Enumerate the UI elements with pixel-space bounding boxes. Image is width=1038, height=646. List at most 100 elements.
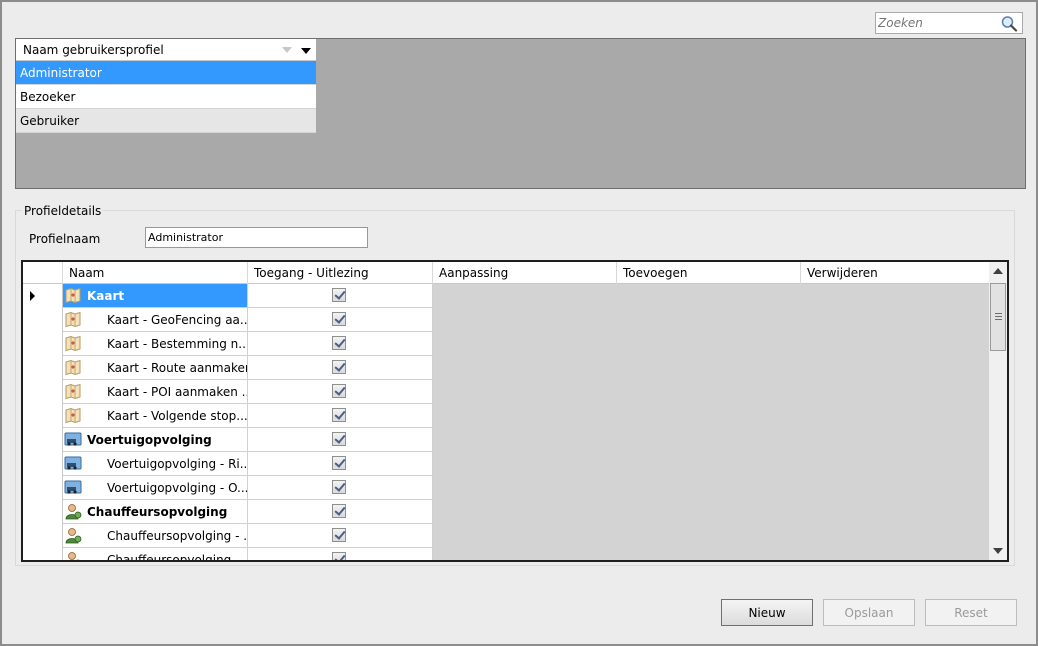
- permission-name-cell[interactable]: Kaart - Bestemming n...: [63, 332, 248, 356]
- row-selector[interactable]: [23, 404, 63, 428]
- column-header-aanpassing[interactable]: Aanpassing: [433, 262, 617, 284]
- permission-name: Kaart - Route aanmaken: [107, 361, 248, 375]
- map-icon: [64, 287, 82, 304]
- read-access-checkbox[interactable]: [332, 384, 346, 398]
- scrollbar-thumb[interactable]: [990, 283, 1006, 351]
- permission-name-cell[interactable]: Kaart - Volgende stop...: [63, 404, 248, 428]
- row-selector[interactable]: [23, 332, 63, 356]
- row-selector[interactable]: [23, 380, 63, 404]
- permission-name-cell[interactable]: Kaart - POI aanmaken ...: [63, 380, 248, 404]
- map-icon: [64, 311, 82, 328]
- permission-name-cell[interactable]: Kaart - GeoFencing aa...: [63, 308, 248, 332]
- profile-name-column-header: Naam gebruikersprofiel: [23, 43, 164, 57]
- column-header-toegang-uitlezing[interactable]: Toegang - Uitlezing: [248, 262, 433, 284]
- scroll-up-arrow-icon[interactable]: [993, 268, 1003, 274]
- permissions-grid: Naam Toegang - Uitlezing Aanpassing Toev…: [21, 260, 1009, 562]
- scroll-down-arrow-icon[interactable]: [993, 548, 1003, 554]
- column-header-naam[interactable]: Naam: [63, 262, 248, 284]
- table-row[interactable]: Kaart - GeoFencing aa...: [23, 308, 433, 332]
- vehicle-tracking-icon: [64, 479, 82, 496]
- read-access-checkbox[interactable]: [332, 288, 346, 302]
- vehicle-tracking-icon: [64, 431, 82, 448]
- row-selector[interactable]: [23, 308, 63, 332]
- table-row[interactable]: Voertuigopvolging: [23, 428, 433, 452]
- permission-name: Chauffeursopvolging: [87, 505, 228, 519]
- profile-name-input[interactable]: [145, 227, 368, 248]
- sort-descending-icon[interactable]: [301, 48, 311, 54]
- permission-name: Kaart: [87, 289, 125, 303]
- permission-name: Kaart - GeoFencing aa...: [107, 313, 248, 327]
- table-row[interactable]: Chauffeursopvolging - ...: [23, 524, 433, 548]
- permission-name-cell[interactable]: Voertuigopvolging - Ri...: [63, 452, 248, 476]
- driver-tracking-icon: [64, 527, 82, 544]
- table-row[interactable]: Kaart: [23, 284, 433, 308]
- read-access-checkbox[interactable]: [332, 552, 346, 560]
- read-access-checkbox[interactable]: [332, 504, 346, 518]
- profile-item-administrator[interactable]: Administrator: [16, 61, 316, 85]
- driver-tracking-icon: [64, 551, 82, 560]
- profile-name-label: Profielnaam: [29, 232, 101, 246]
- grip-line: [995, 313, 1002, 314]
- permission-name-cell[interactable]: Chauffeursopvolging - ...: [63, 524, 248, 548]
- read-access-checkbox[interactable]: [332, 456, 346, 470]
- row-selector[interactable]: [23, 524, 63, 548]
- save-button[interactable]: Opslaan: [823, 599, 915, 626]
- permission-name-cell[interactable]: Chauffeursopvolging: [63, 500, 248, 524]
- row-selector[interactable]: [23, 452, 63, 476]
- read-access-checkbox[interactable]: [332, 528, 346, 542]
- permission-name-cell[interactable]: Voertuigopvolging - O...: [63, 476, 248, 500]
- row-selector[interactable]: [23, 428, 63, 452]
- permission-name-cell[interactable]: Kaart: [63, 284, 248, 308]
- filter-icon[interactable]: [282, 47, 292, 53]
- profile-item-gebruiker[interactable]: Gebruiker: [16, 109, 316, 133]
- table-row[interactable]: Chauffeursopvolging: [23, 500, 433, 524]
- driver-tracking-icon: [64, 503, 82, 520]
- table-row[interactable]: Kaart - Bestemming n...: [23, 332, 433, 356]
- read-access-checkbox[interactable]: [332, 336, 346, 350]
- read-access-checkbox[interactable]: [332, 360, 346, 374]
- permission-name: Kaart - Volgende stop...: [107, 409, 248, 423]
- grip-line: [995, 316, 1002, 317]
- toegang-uitlezing-cell: [248, 380, 433, 404]
- vehicle-tracking-icon: [64, 455, 82, 472]
- table-row[interactable]: Kaart - Route aanmaken: [23, 356, 433, 380]
- read-access-checkbox[interactable]: [332, 480, 346, 494]
- reset-button[interactable]: Reset: [925, 599, 1017, 626]
- read-access-checkbox[interactable]: [332, 408, 346, 422]
- search-icon[interactable]: [1000, 15, 1018, 32]
- toegang-uitlezing-cell: [248, 548, 433, 560]
- toegang-uitlezing-cell: [248, 308, 433, 332]
- table-row[interactable]: Chauffeursopvolging: [23, 548, 433, 560]
- profile-list-header[interactable]: Naam gebruikersprofiel: [16, 39, 316, 61]
- table-row[interactable]: Voertuigopvolging - Ri...: [23, 452, 433, 476]
- row-selector[interactable]: [23, 476, 63, 500]
- profile-item-bezoeker[interactable]: Bezoeker: [16, 85, 316, 109]
- permission-name-cell[interactable]: Chauffeursopvolging: [63, 548, 248, 560]
- table-row[interactable]: Voertuigopvolging - O...: [23, 476, 433, 500]
- table-row[interactable]: Kaart - Volgende stop...: [23, 404, 433, 428]
- row-selector[interactable]: [23, 548, 63, 560]
- row-selector[interactable]: [23, 500, 63, 524]
- read-access-checkbox[interactable]: [332, 312, 346, 326]
- permission-name-cell[interactable]: Voertuigopvolging: [63, 428, 248, 452]
- row-selector[interactable]: [23, 356, 63, 380]
- table-row[interactable]: Kaart - POI aanmaken ...: [23, 380, 433, 404]
- column-header-toevoegen[interactable]: Toevoegen: [617, 262, 801, 284]
- permission-name: Kaart - POI aanmaken ...: [107, 385, 248, 399]
- profile-item-label: Gebruiker: [20, 114, 80, 128]
- profile-item-label: Bezoeker: [20, 90, 76, 104]
- permission-name: Voertuigopvolging - Ri...: [107, 457, 248, 471]
- search-box[interactable]: [875, 12, 1023, 34]
- grip-line: [995, 319, 1002, 320]
- column-header-verwijderen[interactable]: Verwijderen: [801, 262, 989, 284]
- permission-name: Chauffeursopvolging - ...: [107, 529, 248, 543]
- permission-name-cell[interactable]: Kaart - Route aanmaken: [63, 356, 248, 380]
- permission-name: Voertuigopvolging - O...: [107, 481, 248, 495]
- search-input[interactable]: [878, 15, 996, 31]
- row-selector[interactable]: [23, 284, 63, 308]
- read-access-checkbox[interactable]: [332, 432, 346, 446]
- map-icon: [64, 407, 82, 424]
- grid-vertical-scrollbar[interactable]: [989, 262, 1007, 560]
- new-button[interactable]: Nieuw: [721, 599, 813, 626]
- row-header-corner: [23, 262, 63, 284]
